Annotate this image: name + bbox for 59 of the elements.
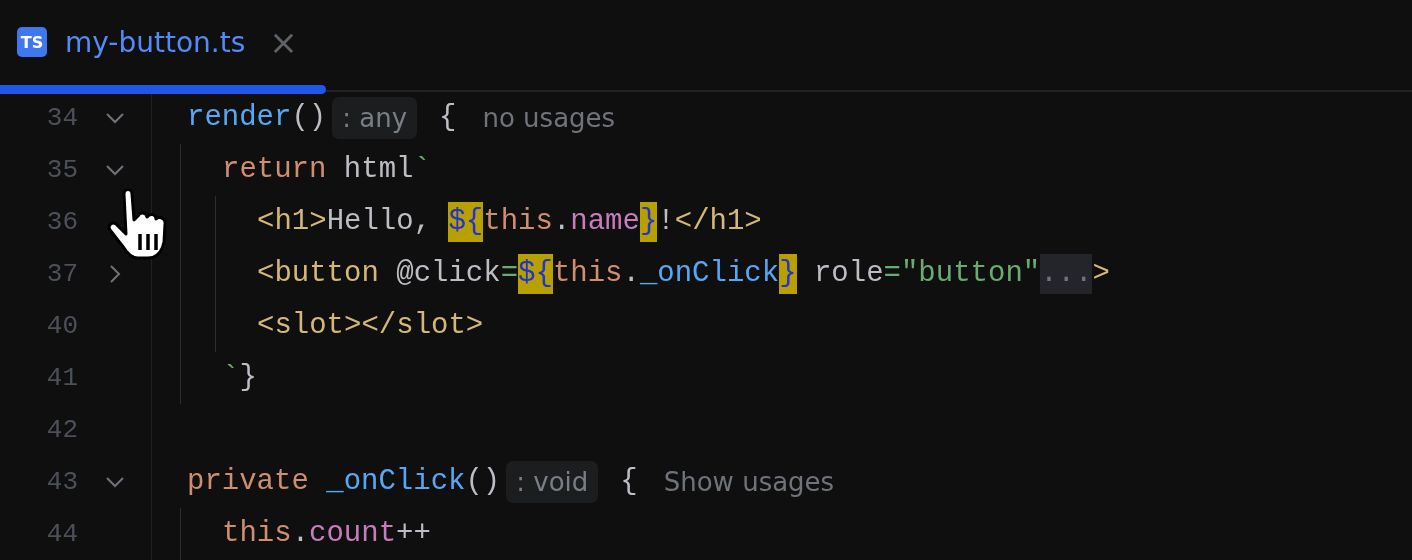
usages-hint: no usages [482,103,616,133]
code-text: () [291,100,327,136]
code-text: . [622,256,640,292]
code-text: Hello, [326,204,433,240]
code-text: { [620,464,638,500]
function-name: _onClick [326,464,466,500]
line-number: 41 [45,363,78,393]
file-tab[interactable]: TS my-button.ts × [0,0,326,92]
string-literal: = [500,256,519,292]
interpolation-brace: ${ [448,202,484,242]
chevron-down-icon[interactable] [104,163,125,177]
html-tag: </h1> [674,202,762,242]
function-name: render [187,100,292,136]
line-number: 44 [45,519,78,549]
line-number: 36 [45,207,78,237]
string-literal: ` [413,152,431,188]
line-number: 40 [45,311,78,341]
interpolation-brace: } [779,254,797,294]
tab-label: my-button.ts [65,25,246,59]
line-number: 42 [45,415,78,445]
chevron-right-icon[interactable] [107,264,122,284]
keyword: this [483,204,553,240]
code-text: role [812,256,884,292]
interpolation-brace: ${ [518,254,553,294]
string-literal: ="button" [883,256,1041,292]
line-number: 35 [45,155,78,185]
code-text: () [465,464,501,500]
line-number: 43 [45,467,78,497]
html-tag: <slot></slot> [257,306,484,346]
code-text: } [239,360,257,396]
html-tag: > [1092,254,1110,294]
line-number: 34 [45,103,78,133]
code-text: ++ [396,516,431,552]
code-text: html [342,152,414,188]
property-name: count [309,516,397,552]
html-tag: <h1> [257,202,327,242]
interpolation-brace: } [639,202,658,242]
type-hint: : void [506,461,599,503]
html-tag: <button [257,254,379,294]
type-hint: : any [332,97,418,139]
code-text: . [291,516,310,552]
line-number: 37 [45,259,78,289]
function-name: _onClick [639,256,780,292]
folded-code: ... [1040,254,1093,294]
chevron-down-icon[interactable] [104,475,125,489]
string-literal: ` [222,360,240,396]
code-text: ! [657,204,675,240]
property-name: name [570,204,640,240]
keyword: this [222,516,292,552]
code-text: { [439,100,457,136]
usages-hint: Show usages [663,467,835,497]
keyword: this [552,256,623,292]
code-text: . [552,204,571,240]
keyword: private [187,464,310,500]
chevron-down-icon[interactable] [104,111,125,125]
typescript-file-icon: TS [17,27,47,57]
close-icon[interactable]: × [269,25,298,59]
code-text: @click [395,256,501,292]
keyword: return [222,152,327,188]
